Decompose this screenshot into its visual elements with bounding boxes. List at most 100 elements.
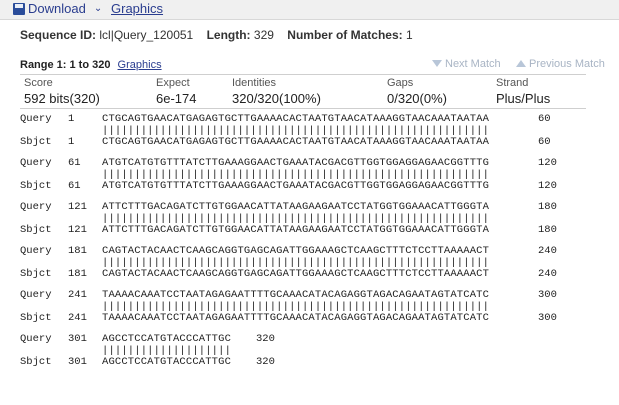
sequence-info: Sequence ID: lcl|Query_120051 Length: 32…	[20, 28, 413, 42]
subject-label: Sbjct	[20, 224, 52, 236]
subject-start: 241	[68, 312, 87, 324]
graphics-link[interactable]: Graphics	[111, 1, 163, 16]
triangle-up-icon	[516, 60, 526, 67]
sequence-id-label: Sequence ID:	[20, 28, 97, 42]
query-label: Query	[20, 333, 52, 345]
subject-sequence: ATTCTTTGACAGATCTTGTGGAACATTATAAGAAGAATCC…	[102, 224, 490, 236]
subject-start: 61	[68, 180, 81, 192]
query-label: Query	[20, 113, 52, 125]
alignment-block: Query 181 CAGTACTACAACTCAAGCAGGTGAGCAGATTG…	[20, 245, 610, 281]
chevron-down-icon[interactable]: ⌄	[94, 3, 102, 14]
query-label: Query	[20, 157, 52, 169]
subject-start: 1	[68, 136, 75, 148]
triangle-down-icon	[432, 60, 442, 67]
range-graphics-link[interactable]: Graphics	[118, 59, 162, 71]
subject-end: 240	[538, 268, 557, 280]
query-end: 120	[538, 157, 557, 169]
identities-stat: Identities 320/320(100%)	[232, 75, 321, 106]
alignment-stats: Score 592 bits(320) Expect 6e-174 Identi…	[20, 74, 586, 109]
query-end: 300	[538, 289, 557, 301]
previous-match-button[interactable]: Previous Match	[516, 58, 605, 70]
query-start: 301	[68, 333, 87, 345]
alignment-block: Query 61 ATGTCATGTGTTTATCTTGAAAGGAACTGAAAT…	[20, 157, 610, 193]
alignment-text: Query 1 CTGCAGTGAACATGAGAGTGCTTGAAAACACTAA…	[20, 113, 610, 377]
query-label: Query	[20, 289, 52, 301]
subject-label: Sbjct	[20, 312, 52, 324]
match-row: ||||||||||||||||||||||||||||||||||||||||…	[20, 213, 610, 225]
match-row: ||||||||||||||||||||||||||||||||||||||||…	[20, 169, 610, 181]
subject-end: 320	[256, 356, 275, 368]
sequence-id-value: lcl|Query_120051	[99, 28, 194, 42]
identities-header: Identities	[232, 77, 277, 89]
query-end: 320	[256, 333, 275, 345]
subject-label: Sbjct	[20, 180, 52, 192]
subject-label: Sbjct	[20, 136, 52, 148]
subject-sequence: ATGTCATGTGTTTATCTTGAAAGGAACTGAAATACGACGT…	[102, 180, 490, 192]
subject-sequence: CTGCAGTGAACATGAGAGTGCTTGAAAACACTAATGTAAC…	[102, 136, 490, 148]
subject-sequence: TAAAACAAATCCTAATAGAGAATTTTGCAAACATACAGAG…	[102, 312, 490, 324]
score-stat: Score 592 bits(320)	[24, 75, 100, 106]
query-end: 60	[538, 113, 551, 125]
match-bars: ||||||||||||||||||||||||||||||||||||||||…	[102, 213, 490, 225]
expect-header: Expect	[156, 77, 190, 89]
next-match-button[interactable]: Next Match	[432, 58, 501, 70]
download-label: Download	[28, 1, 86, 16]
subject-start: 121	[68, 224, 87, 236]
identities-value: 320/320(100%)	[232, 91, 321, 106]
range-label: Range 1: 1 to 320	[20, 59, 111, 71]
match-bars: ||||||||||||||||||||	[102, 345, 232, 357]
alignment-block: Query 241 TAAAACAAATCCTAATAGAGAATTTTGCAAAC…	[20, 289, 610, 325]
subject-end: 60	[538, 136, 551, 148]
alignment-block: Query 1 CTGCAGTGAACATGAGAGTGCTTGAAAACACTAA…	[20, 113, 610, 149]
query-start: 1	[68, 113, 75, 125]
subject-sequence: CAGTACTACAACTCAAGCAGGTGAGCAGATTGGAAAGCTC…	[102, 268, 490, 280]
next-match-label: Next Match	[445, 58, 501, 70]
disk-icon	[13, 2, 25, 15]
match-bars: ||||||||||||||||||||||||||||||||||||||||…	[102, 125, 490, 137]
subject-row: Sbjct 301 AGCCTCCATGTACCCATTGC 320	[20, 356, 610, 369]
query-label: Query	[20, 201, 52, 213]
query-label: Query	[20, 245, 52, 257]
length-label: Length:	[206, 28, 251, 42]
query-end: 180	[538, 201, 557, 213]
query-end: 240	[538, 245, 557, 257]
match-row: ||||||||||||||||||||||||||||||||||||||||…	[20, 301, 610, 313]
strand-header: Strand	[496, 77, 529, 89]
gaps-value: 0/320(0%)	[387, 91, 447, 106]
range-header: Range 1: 1 to 320 Graphics	[20, 59, 162, 71]
match-row: ||||||||||||||||||||||||||||||||||||||||…	[20, 258, 610, 269]
query-start: 181	[68, 245, 87, 257]
query-start: 121	[68, 201, 87, 213]
toolbar: Download ⌄ Graphics	[0, 0, 619, 20]
subject-row: Sbjct 241 TAAAACAAATCCTAATAGAGAATTTTGCAAAC…	[20, 312, 610, 325]
subject-row: Sbjct 121 ATTCTTTGACAGATCTTGTGGAACATTATAAG…	[20, 224, 610, 237]
subject-end: 180	[538, 224, 557, 236]
download-button[interactable]: Download ⌄	[13, 1, 102, 16]
subject-end: 120	[538, 180, 557, 192]
matches-value: 1	[405, 28, 413, 42]
match-bars: ||||||||||||||||||||||||||||||||||||||||…	[102, 301, 490, 313]
match-bars: ||||||||||||||||||||||||||||||||||||||||…	[102, 169, 490, 181]
score-header: Score	[24, 77, 53, 89]
strand-stat: Strand Plus/Plus	[496, 75, 550, 106]
gaps-stat: Gaps 0/320(0%)	[387, 75, 447, 106]
previous-match-label: Previous Match	[529, 58, 605, 70]
subject-label: Sbjct	[20, 356, 52, 368]
gaps-header: Gaps	[387, 77, 414, 89]
alignment-block: Query 301 AGCCTCCATGTACCCATTGC 320 ||||||||…	[20, 333, 610, 369]
matches-label: Number of Matches:	[287, 28, 403, 42]
subject-start: 301	[68, 356, 87, 368]
strand-value: Plus/Plus	[496, 91, 551, 106]
query-start: 61	[68, 157, 81, 169]
subject-row: Sbjct 181 CAGTACTACAACTCAAGCAGGTGAGCAGATTG…	[20, 268, 610, 281]
length-value: 329	[253, 28, 274, 42]
score-value: 592 bits(320)	[24, 91, 100, 106]
subject-row: Sbjct 1 CTGCAGTGAACATGAGAGTGCTTGAAAACACTAA…	[20, 136, 610, 149]
expect-value: 6e-174	[156, 91, 197, 106]
query-start: 241	[68, 289, 87, 301]
subject-end: 300	[538, 312, 557, 324]
subject-start: 181	[68, 268, 87, 280]
expect-stat: Expect 6e-174	[156, 75, 196, 106]
subject-sequence: AGCCTCCATGTACCCATTGC	[102, 356, 232, 368]
match-row: ||||||||||||||||||||	[20, 345, 610, 357]
